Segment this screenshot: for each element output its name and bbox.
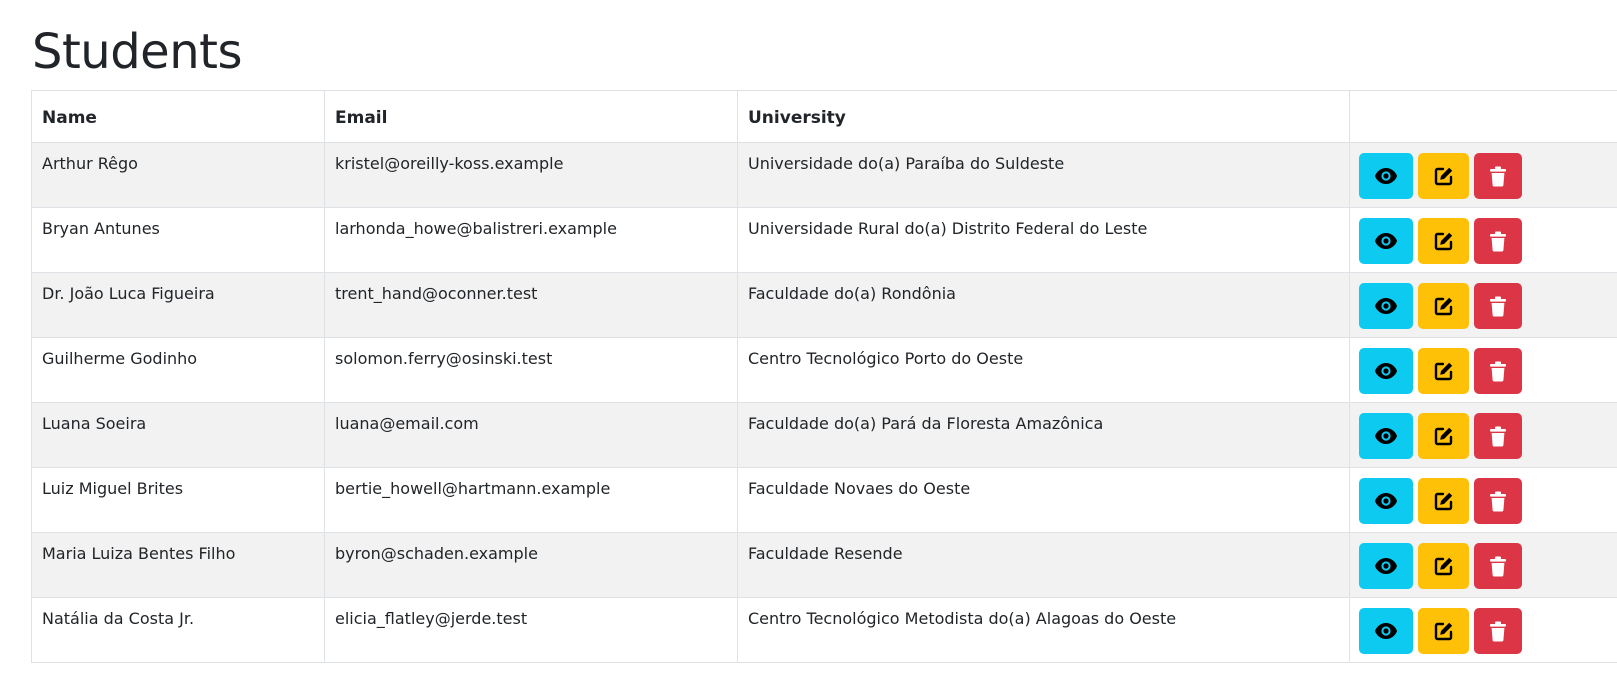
eye-icon xyxy=(1374,622,1398,640)
student-university: Centro Tecnológico Metodista do(a) Alago… xyxy=(737,597,1350,663)
student-name: Maria Luiza Bentes Filho xyxy=(31,532,325,598)
students-page: Students Name Email University Arthur Rê… xyxy=(0,0,1617,691)
edit-button[interactable] xyxy=(1418,283,1469,329)
table-row: Luiz Miguel Brites bertie_howell@hartman… xyxy=(31,467,1617,533)
edit-button[interactable] xyxy=(1418,218,1469,264)
edit-icon xyxy=(1434,491,1454,511)
trash-icon xyxy=(1489,621,1507,642)
row-actions xyxy=(1349,532,1617,598)
student-name: Luiz Miguel Brites xyxy=(31,467,325,533)
trash-icon xyxy=(1489,361,1507,382)
delete-button[interactable] xyxy=(1474,153,1522,199)
table-row: Natália da Costa Jr. elicia_flatley@jerd… xyxy=(31,597,1617,663)
students-table: Name Email University Arthur Rêgo kriste… xyxy=(31,90,1617,663)
student-university: Centro Tecnológico Porto do Oeste xyxy=(737,337,1350,403)
student-email: trent_hand@oconner.test xyxy=(324,272,738,338)
view-button[interactable] xyxy=(1359,608,1413,654)
eye-icon xyxy=(1374,557,1398,575)
row-actions xyxy=(1349,402,1617,468)
column-header-name: Name xyxy=(31,90,325,143)
student-university: Universidade Rural do(a) Distrito Federa… xyxy=(737,207,1350,273)
edit-icon xyxy=(1434,621,1454,641)
trash-icon xyxy=(1489,491,1507,512)
student-university: Faculdade Novaes do Oeste xyxy=(737,467,1350,533)
view-button[interactable] xyxy=(1359,478,1413,524)
table-row: Arthur Rêgo kristel@oreilly-koss.example… xyxy=(31,142,1617,208)
table-header-row: Name Email University xyxy=(31,90,1617,143)
eye-icon xyxy=(1374,362,1398,380)
student-email: luana@email.com xyxy=(324,402,738,468)
row-actions xyxy=(1349,142,1617,208)
student-email: solomon.ferry@osinski.test xyxy=(324,337,738,403)
column-header-actions xyxy=(1349,90,1617,143)
trash-icon xyxy=(1489,296,1507,317)
column-header-email: Email xyxy=(324,90,738,143)
eye-icon xyxy=(1374,167,1398,185)
table-row: Dr. João Luca Figueira trent_hand@oconne… xyxy=(31,272,1617,338)
edit-icon xyxy=(1434,426,1454,446)
trash-icon xyxy=(1489,426,1507,447)
student-email: bertie_howell@hartmann.example xyxy=(324,467,738,533)
view-button[interactable] xyxy=(1359,218,1413,264)
student-name: Luana Soeira xyxy=(31,402,325,468)
student-university: Faculdade do(a) Pará da Floresta Amazôni… xyxy=(737,402,1350,468)
student-university: Faculdade do(a) Rondônia xyxy=(737,272,1350,338)
delete-button[interactable] xyxy=(1474,413,1522,459)
student-name: Bryan Antunes xyxy=(31,207,325,273)
eye-icon xyxy=(1374,297,1398,315)
trash-icon xyxy=(1489,231,1507,252)
student-name: Guilherme Godinho xyxy=(31,337,325,403)
view-button[interactable] xyxy=(1359,283,1413,329)
table-row: Bryan Antunes larhonda_howe@balistreri.e… xyxy=(31,207,1617,273)
edit-button[interactable] xyxy=(1418,348,1469,394)
delete-button[interactable] xyxy=(1474,608,1522,654)
delete-button[interactable] xyxy=(1474,348,1522,394)
view-button[interactable] xyxy=(1359,153,1413,199)
edit-icon xyxy=(1434,231,1454,251)
table-row: Guilherme Godinho solomon.ferry@osinski.… xyxy=(31,337,1617,403)
edit-button[interactable] xyxy=(1418,543,1469,589)
student-email: elicia_flatley@jerde.test xyxy=(324,597,738,663)
eye-icon xyxy=(1374,427,1398,445)
edit-icon xyxy=(1434,296,1454,316)
row-actions xyxy=(1349,337,1617,403)
edit-button[interactable] xyxy=(1418,478,1469,524)
edit-button[interactable] xyxy=(1418,413,1469,459)
student-email: kristel@oreilly-koss.example xyxy=(324,142,738,208)
edit-button[interactable] xyxy=(1418,608,1469,654)
edit-icon xyxy=(1434,166,1454,186)
row-actions xyxy=(1349,272,1617,338)
trash-icon xyxy=(1489,556,1507,577)
view-button[interactable] xyxy=(1359,413,1413,459)
row-actions xyxy=(1349,597,1617,663)
page-title: Students xyxy=(32,24,242,80)
student-university: Universidade do(a) Paraíba do Suldeste xyxy=(737,142,1350,208)
delete-button[interactable] xyxy=(1474,283,1522,329)
eye-icon xyxy=(1374,492,1398,510)
student-name: Natália da Costa Jr. xyxy=(31,597,325,663)
table-body: Arthur Rêgo kristel@oreilly-koss.example… xyxy=(31,142,1617,663)
delete-button[interactable] xyxy=(1474,543,1522,589)
trash-icon xyxy=(1489,166,1507,187)
delete-button[interactable] xyxy=(1474,478,1522,524)
column-header-university: University xyxy=(737,90,1350,143)
eye-icon xyxy=(1374,232,1398,250)
view-button[interactable] xyxy=(1359,348,1413,394)
table-row: Maria Luiza Bentes Filho byron@schaden.e… xyxy=(31,532,1617,598)
delete-button[interactable] xyxy=(1474,218,1522,264)
edit-icon xyxy=(1434,361,1454,381)
edit-button[interactable] xyxy=(1418,153,1469,199)
student-email: larhonda_howe@balistreri.example xyxy=(324,207,738,273)
view-button[interactable] xyxy=(1359,543,1413,589)
row-actions xyxy=(1349,467,1617,533)
student-name: Arthur Rêgo xyxy=(31,142,325,208)
edit-icon xyxy=(1434,556,1454,576)
table-header: Name Email University xyxy=(31,90,1617,143)
student-name: Dr. João Luca Figueira xyxy=(31,272,325,338)
student-email: byron@schaden.example xyxy=(324,532,738,598)
table-row: Luana Soeira luana@email.com Faculdade d… xyxy=(31,402,1617,468)
row-actions xyxy=(1349,207,1617,273)
student-university: Faculdade Resende xyxy=(737,532,1350,598)
